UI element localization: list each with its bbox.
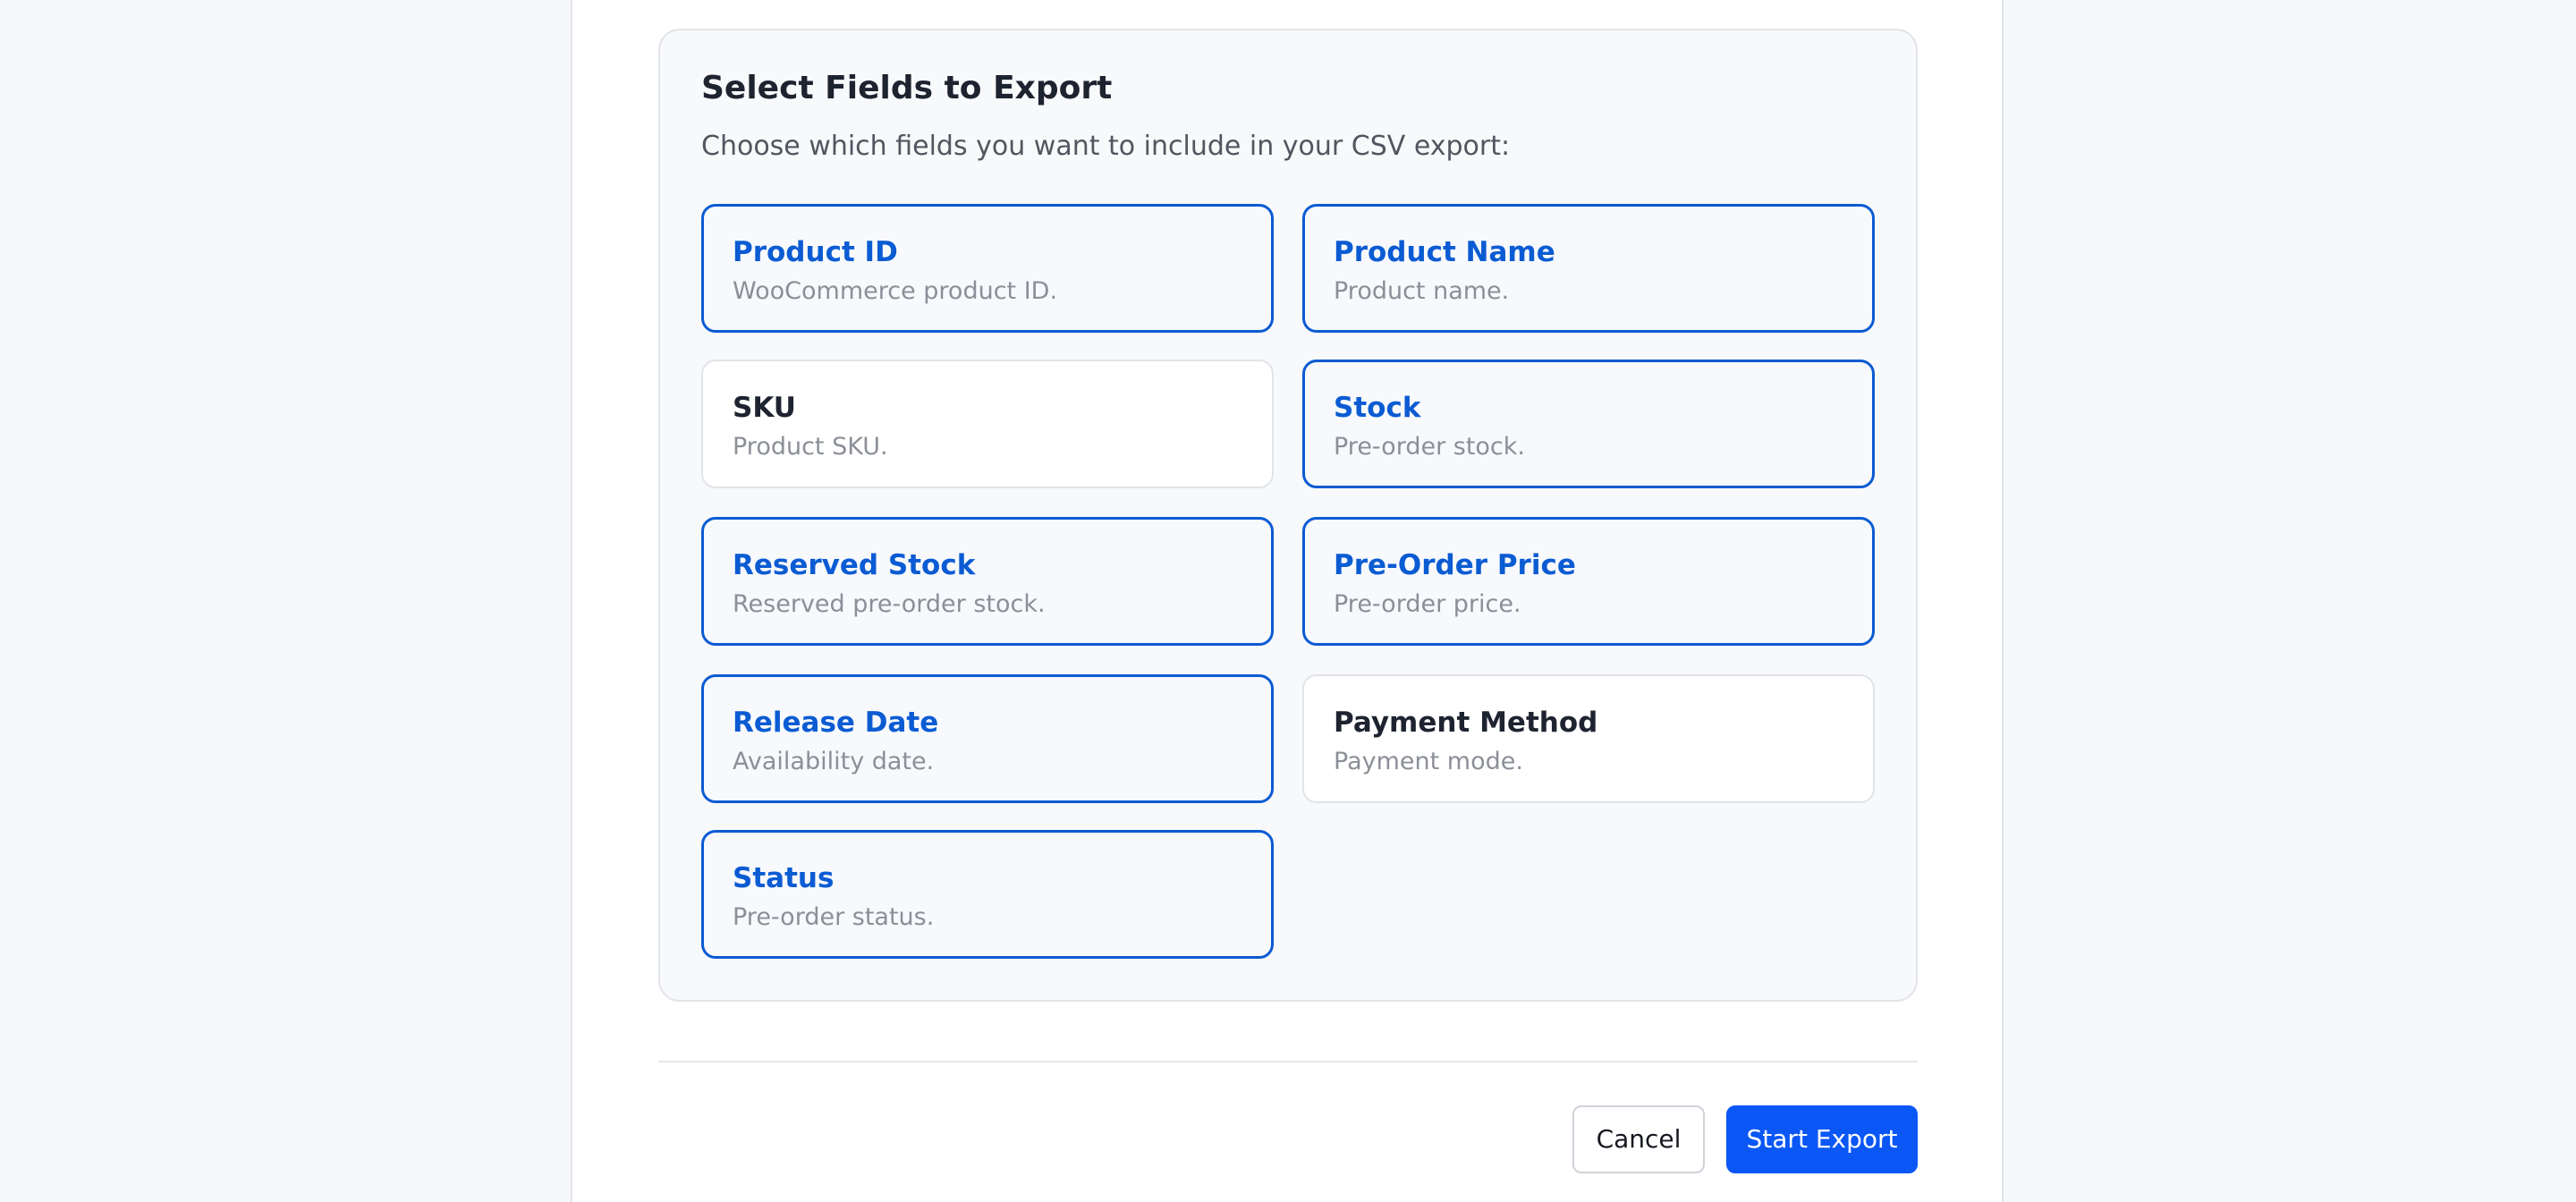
field-label: Payment Method — [1334, 707, 1598, 739]
field-option-product-name[interactable]: Product Name Product name. — [1302, 204, 1875, 333]
field-description: Availability date. — [733, 748, 935, 775]
field-option-product-id[interactable]: Product ID WooCommerce product ID. — [701, 204, 1274, 333]
field-label: Reserved Stock — [733, 549, 976, 581]
field-description: Pre-order stock. — [1334, 433, 1525, 461]
field-label: Product Name — [1334, 236, 1555, 268]
field-option-pre-order-price[interactable]: Pre-Order Price Pre-order price. — [1302, 517, 1875, 646]
field-description: Reserved pre-order stock. — [733, 590, 1046, 618]
card-title: Select Fields to Export — [701, 70, 1113, 106]
field-option-sku[interactable]: SKU Product SKU. — [701, 360, 1274, 488]
field-description: Pre-order price. — [1334, 590, 1521, 618]
field-description: Product name. — [1334, 277, 1510, 305]
field-label: Release Date — [733, 707, 939, 739]
field-description: Payment mode. — [1334, 748, 1523, 775]
footer-divider — [658, 1061, 1918, 1062]
field-option-release-date[interactable]: Release Date Availability date. — [701, 674, 1274, 803]
field-option-payment-method[interactable]: Payment Method Payment mode. — [1302, 674, 1875, 803]
field-label: Product ID — [733, 236, 898, 268]
cancel-button[interactable]: Cancel — [1572, 1105, 1705, 1173]
field-label: Status — [733, 862, 835, 894]
field-description: Pre-order status. — [733, 903, 935, 931]
field-option-reserved-stock[interactable]: Reserved Stock Reserved pre-order stock. — [701, 517, 1274, 646]
field-description: WooCommerce product ID. — [733, 277, 1058, 305]
field-option-status[interactable]: Status Pre-order status. — [701, 830, 1274, 959]
field-description: Product SKU. — [733, 433, 888, 461]
field-label: Pre-Order Price — [1334, 549, 1576, 581]
field-option-stock[interactable]: Stock Pre-order stock. — [1302, 360, 1875, 488]
field-label: Stock — [1334, 392, 1421, 424]
start-export-button[interactable]: Start Export — [1726, 1105, 1918, 1173]
field-label: SKU — [733, 392, 796, 424]
card-subtitle: Choose which fields you want to include … — [701, 131, 1511, 162]
